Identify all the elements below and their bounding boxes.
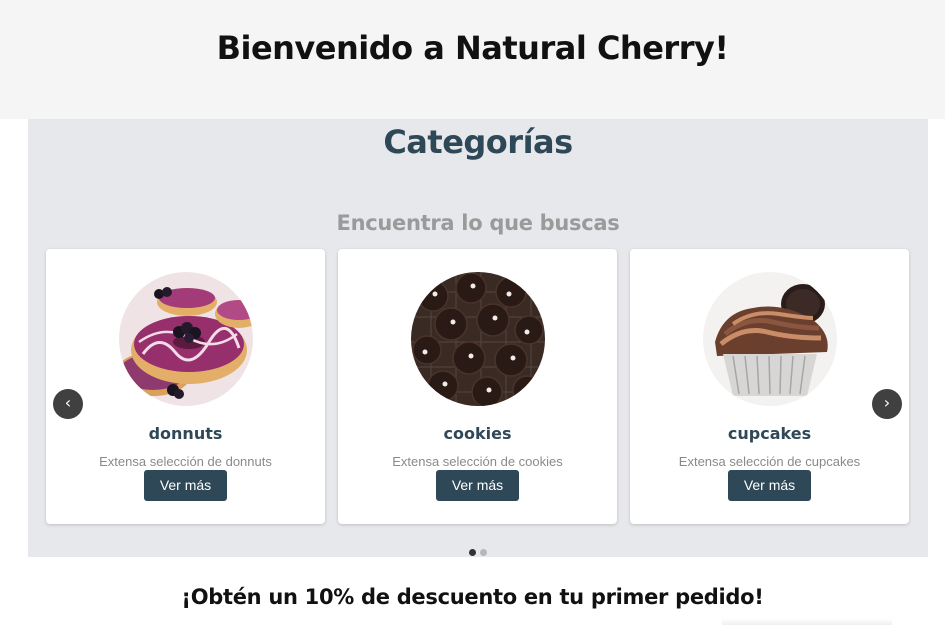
partial-element [722,618,892,625]
carousel-dot-1[interactable] [469,549,476,556]
donut-image[interactable] [119,272,253,406]
categories-heading: Categorías [383,123,573,161]
carousel-dots [28,549,928,556]
card-description: Extensa selección de cupcakes [678,454,861,469]
carousel-dot-2[interactable] [480,549,487,556]
ver-mas-button[interactable]: Ver más [144,470,227,501]
categories-subheading: Encuentra lo que buscas [336,211,620,235]
chevron-left-icon[interactable]: ‹ [53,389,83,419]
promo-banner: ¡Obtén un 10% de descuento en tu primer … [181,585,764,609]
category-card-cookies: cookies Extensa selección de cookies Ver… [338,249,617,524]
category-card-donnuts: donnuts Extensa selección de donnuts Ver… [46,249,325,524]
card-description: Extensa selección de cookies [392,454,563,469]
card-title: cupcakes [727,424,812,443]
category-card-cupcakes: cupcakes Extensa selección de cupcakes V… [630,249,909,524]
card-title: donnuts [148,424,223,443]
cookie-image[interactable] [411,272,545,406]
ver-mas-button[interactable]: Ver más [436,470,519,501]
ver-mas-button[interactable]: Ver más [728,470,811,501]
page-title: Bienvenido a Natural Cherry! [216,29,729,67]
cupcake-image[interactable] [703,272,837,406]
chevron-right-icon[interactable]: › [872,389,902,419]
card-description: Extensa selección de donnuts [99,454,272,469]
card-title: cookies [443,424,512,443]
categories-section: Categorías Encuentra lo que buscas donnu… [28,119,928,557]
site-header: Bienvenido a Natural Cherry! [0,0,945,119]
